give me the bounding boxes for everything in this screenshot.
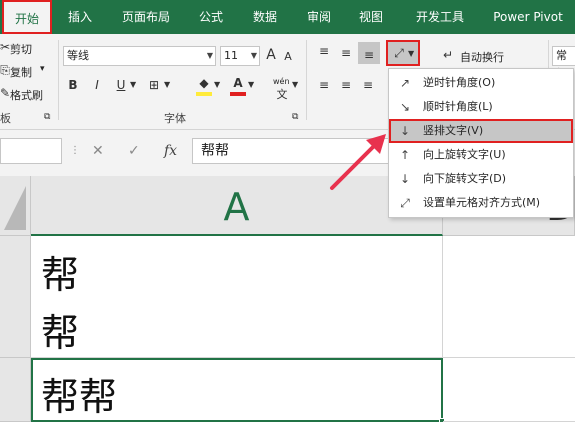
select-all-triangle-icon	[4, 186, 26, 230]
cell-b2[interactable]	[443, 358, 575, 422]
tab-review[interactable]: 审阅	[296, 0, 342, 34]
phonetic-guide-button[interactable]: wén	[273, 77, 290, 86]
menu-item-label: 向上旋转文字(U)	[423, 148, 506, 161]
clipboard-launcher-icon[interactable]: ⧉	[44, 112, 50, 122]
copy-dropdown-caret[interactable]: ▾	[40, 64, 45, 74]
align-top-icon[interactable]: ≡	[316, 44, 332, 58]
align-right-icon[interactable]: ≡	[360, 78, 376, 92]
font-name-box[interactable]: 等线 ▼	[63, 46, 216, 66]
more-icon: ⋮	[70, 145, 80, 156]
wrap-text-icon: ↵	[442, 48, 454, 62]
font-color-swatch	[230, 92, 246, 96]
counterclockwise-angle-icon: ↗	[399, 76, 411, 90]
cell-a2[interactable]: 帮帮	[31, 358, 445, 422]
menu-item-label: 逆时针角度(O)	[423, 76, 496, 89]
format-painter-button[interactable]: 格式刷	[10, 87, 43, 103]
scissors-icon: ✂	[0, 40, 11, 54]
font-color-icon[interactable]: A	[230, 76, 246, 90]
align-left-icon[interactable]: ≡	[316, 78, 332, 92]
menu-item-label: 设置单元格对齐方式(M)	[423, 196, 541, 209]
group-divider	[58, 40, 59, 120]
tab-page-layout[interactable]: 页面布局	[108, 0, 184, 34]
wrap-text-button[interactable]: 自动换行	[460, 49, 504, 65]
menu-item-clockwise[interactable]: ↘ 顺时针角度(L)	[389, 95, 573, 119]
ribbon-tabs: 开始 插入 页面布局 公式 数据 审阅 视图 开发工具 Power Pivot	[0, 0, 575, 34]
cell-b1[interactable]	[443, 236, 575, 358]
font-size-value: 11	[224, 49, 238, 62]
phonetic-glyph-icon: 文	[276, 88, 288, 101]
excel-window: 开始 插入 页面布局 公式 数据 审阅 视图 开发工具 Power Pivot …	[0, 0, 575, 422]
clipboard-group-label: 板	[0, 112, 11, 125]
font-name-value: 等线	[67, 49, 89, 62]
chevron-down-icon: ▼	[250, 51, 257, 60]
brush-icon: ✎	[0, 86, 11, 100]
tab-developer[interactable]: 开发工具	[402, 0, 478, 34]
chevron-down-icon: ▼	[408, 49, 415, 58]
chevron-down-icon[interactable]: ▼	[214, 80, 220, 89]
chevron-down-icon[interactable]: ▼	[130, 80, 136, 89]
fill-color-swatch	[196, 92, 212, 96]
menu-item-counterclockwise[interactable]: ↗ 逆时针角度(O)	[389, 71, 573, 95]
tab-home[interactable]: 开始	[2, 0, 52, 34]
menu-item-label: 向下旋转文字(D)	[423, 172, 507, 185]
cut-button[interactable]: 剪切	[10, 41, 32, 57]
underline-button[interactable]: U	[114, 78, 128, 92]
fill-color-icon[interactable]: ◆	[196, 76, 212, 90]
menu-item-vertical-text[interactable]: ↓ 竖排文字(V)	[389, 119, 573, 143]
menu-item-rotate-down[interactable]: ↓ 向下旋转文字(D)	[389, 167, 573, 191]
tab-view[interactable]: 视图	[348, 0, 394, 34]
number-format-box[interactable]: 常规	[552, 46, 575, 80]
cell-a1-char-1: 帮	[41, 253, 80, 297]
orientation-button[interactable]: ⤢ ▼	[386, 40, 420, 66]
row-header-2[interactable]	[0, 358, 31, 422]
row-header-1[interactable]	[0, 236, 31, 358]
copy-icon: ⎘	[0, 63, 10, 77]
cell-a1-char-2: 帮	[41, 311, 80, 355]
align-bottom-icon: ≡	[363, 48, 375, 62]
border-icon[interactable]: ⊞	[146, 78, 162, 92]
font-launcher-icon[interactable]: ⧉	[292, 112, 298, 122]
bold-button[interactable]: B	[66, 78, 80, 92]
align-bottom-button[interactable]: ≡	[358, 42, 380, 64]
group-divider	[306, 40, 307, 120]
annotation-arrow	[330, 134, 386, 190]
cell-a1[interactable]: 帮 帮	[31, 236, 443, 358]
chevron-down-icon[interactable]: ▼	[164, 80, 170, 89]
tab-data[interactable]: 数据	[242, 0, 288, 34]
insert-function-button[interactable]: fx	[164, 143, 177, 159]
enter-button[interactable]: ✓	[128, 143, 140, 159]
menu-item-rotate-up[interactable]: ↑ 向上旋转文字(U)	[389, 143, 573, 167]
chevron-down-icon[interactable]: ▼	[248, 80, 254, 89]
copy-button[interactable]: 复制	[10, 64, 32, 80]
orientation-menu: ↗ 逆时针角度(O) ↘ 顺时针角度(L) ↓ 竖排文字(V) ↑ 向上旋转文字…	[388, 68, 574, 218]
font-group-label: 字体	[164, 112, 186, 125]
menu-item-label: 顺时针角度(L)	[423, 100, 493, 113]
menu-item-format-alignment[interactable]: ⤢ 设置单元格对齐方式(M)	[389, 191, 573, 215]
tab-power-pivot[interactable]: Power Pivot	[484, 0, 572, 34]
menu-item-label: 竖排文字(V)	[423, 124, 484, 137]
chevron-down-icon[interactable]: ▼	[292, 80, 298, 89]
chevron-down-icon: ▼	[206, 51, 213, 60]
grow-font-button[interactable]: A	[264, 47, 278, 63]
clockwise-angle-icon: ↘	[399, 100, 411, 114]
orientation-icon: ⤢	[394, 46, 404, 60]
italic-button[interactable]: I	[90, 78, 104, 92]
select-all-corner[interactable]	[0, 176, 31, 236]
shrink-font-button[interactable]: A	[282, 50, 294, 63]
tab-insert[interactable]: 插入	[58, 0, 102, 34]
name-box[interactable]	[0, 138, 62, 164]
tab-formulas[interactable]: 公式	[188, 0, 234, 34]
font-size-box[interactable]: 11 ▼	[220, 46, 260, 66]
cell-a2-text: 帮帮	[41, 375, 118, 419]
cancel-button[interactable]: ✕	[92, 143, 104, 159]
align-middle-icon[interactable]: ≡	[338, 46, 354, 60]
align-center-icon[interactable]: ≡	[338, 78, 354, 92]
